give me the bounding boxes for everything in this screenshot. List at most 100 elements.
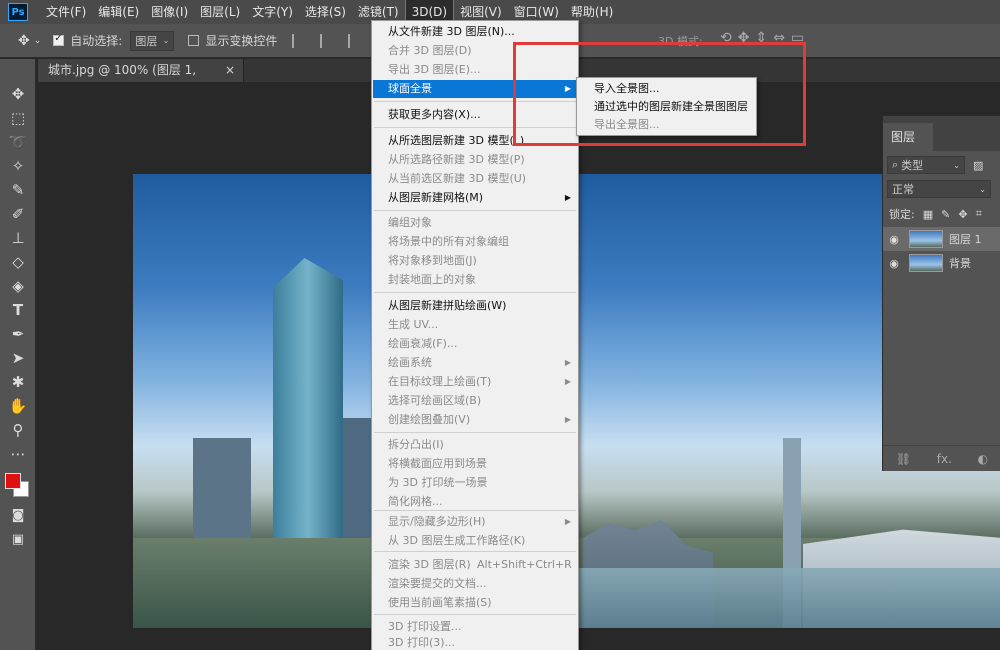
menu-item-render-3d-layer[interactable]: 渲染 3D 图层(R) Alt+Shift+Ctrl+R <box>373 556 577 574</box>
show-transform-checkbox[interactable] <box>188 35 200 46</box>
menu-item-paint-falloff[interactable]: 绘画衰减(F)... <box>373 335 577 353</box>
more-tools-icon[interactable]: ⋯ <box>6 443 30 465</box>
menu-item-paint-on-target-texture[interactable]: 在目标纹理上绘画(T) ▶ <box>373 373 577 391</box>
menu-item-label: 导出 3D 图层(E)... <box>388 63 481 76</box>
magic-wand-tool-icon[interactable]: ✧ <box>6 155 30 177</box>
document-tab[interactable]: 城市.jpg @ 100% (图层 1, RGB/8#) * × <box>38 59 244 100</box>
menu-item-sketch-with-brush[interactable]: 使用当前画笔素描(S) <box>373 594 577 612</box>
move-tool-icon[interactable]: ✥ <box>18 33 30 49</box>
layers-panel-tabbar: 图层 <box>883 116 1000 151</box>
3d-mode-icons[interactable]: ⟲✥⇕⇔▭ <box>720 30 810 46</box>
eraser-tool-icon[interactable]: ◇ <box>6 251 30 273</box>
brush-tool-icon[interactable]: ✐ <box>6 203 30 225</box>
menu-item-snap-object-to-ground[interactable]: 封装地面上的对象 <box>373 271 577 289</box>
menu-item-merge-3d-layers[interactable]: 合并 3D 图层(D) <box>373 42 577 60</box>
move-tool-icon[interactable]: ✥ <box>6 83 30 105</box>
menu-item-label: 拆分凸出(I) <box>388 438 444 451</box>
layer-filter-select[interactable]: ⌕ 类型 ⌄ <box>887 156 965 174</box>
submenu-item-import-panorama[interactable]: 导入全景图... <box>578 80 756 98</box>
lock-artboard-icon[interactable]: ⌗ <box>976 207 982 221</box>
menu-layer[interactable]: 图层(L) <box>194 0 246 24</box>
menu-file[interactable]: 文件(F) <box>40 0 92 24</box>
menu-item-new-3d-model-from-selection[interactable]: 从当前选区新建 3D 模型(U) <box>373 170 577 188</box>
menu-item-new-3d-model-from-path[interactable]: 从所选路径新建 3D 模型(P) <box>373 151 577 169</box>
menu-item-get-more-content[interactable]: 获取更多内容(X)... <box>373 106 577 124</box>
foreground-color-swatch[interactable] <box>5 473 21 489</box>
menu-item-spherical-panorama[interactable]: 球面全景 ▶ <box>373 80 577 98</box>
paint-bucket-tool-icon[interactable]: ◈ <box>6 275 30 297</box>
menu-item-label: 3D 打印(3)... <box>388 636 456 649</box>
chevron-down-icon[interactable]: ⌄ <box>34 36 42 46</box>
hand-tool-icon[interactable]: ✋ <box>6 395 30 417</box>
eye-icon[interactable]: ◉ <box>883 257 905 270</box>
add-mask-icon[interactable]: ◐ <box>978 452 988 466</box>
menu-item-new-3d-model-from-layer[interactable]: 从所选图层新建 3D 模型(L) <box>373 132 577 150</box>
path-selection-tool-icon[interactable]: ➤ <box>6 347 30 369</box>
pen-tool-icon[interactable]: ✒ <box>6 323 30 345</box>
menu-item-group-all-objects[interactable]: 将场景中的所有对象编组 <box>373 233 577 251</box>
image-filter-icon[interactable]: ▨ <box>973 159 983 172</box>
menu-item-3d-print[interactable]: 3D 打印(3)... <box>373 634 577 650</box>
custom-shape-tool-icon[interactable]: ✱ <box>6 371 30 393</box>
link-icon[interactable]: ⛓ <box>896 452 911 466</box>
submenu-item-new-panorama-layer[interactable]: 通过选中的图层新建全景图图层 <box>578 98 756 116</box>
menu-type[interactable]: 文字(Y) <box>246 0 299 24</box>
show-transform-label: 显示变换控件 <box>205 34 278 48</box>
align-middle-icon[interactable] <box>320 33 334 48</box>
menu-item-new-tiled-painting[interactable]: 从图层新建拼贴绘画(W) <box>373 297 577 315</box>
type-tool-icon[interactable]: T <box>6 299 30 321</box>
tab-layers[interactable]: 图层 <box>883 123 933 151</box>
menu-item-new-3d-layer-from-file[interactable]: 从文件新建 3D 图层(N)... <box>373 23 577 41</box>
menu-item-split-extrusion[interactable]: 拆分凸出(I) <box>373 436 577 454</box>
zoom-tool-icon[interactable]: ⚲ <box>6 419 30 441</box>
quick-mask-icon[interactable]: ◙ <box>6 505 30 527</box>
align-bottom-icon[interactable] <box>348 33 362 48</box>
submenu-item-export-panorama[interactable]: 导出全景图... <box>578 116 756 134</box>
menu-select[interactable]: 选择(S) <box>299 0 352 24</box>
menu-item-move-object-to-ground[interactable]: 将对象移到地面(J) <box>373 252 577 270</box>
layer-name: 图层 1 <box>949 233 982 246</box>
menu-edit[interactable]: 编辑(E) <box>92 0 145 24</box>
submenu-arrow-icon: ▶ <box>564 415 571 424</box>
close-icon[interactable]: × <box>225 59 235 82</box>
submenu-item-label: 导出全景图... <box>594 118 660 131</box>
menu-item-select-paintable-areas[interactable]: 选择可绘画区域(B) <box>373 392 577 410</box>
menu-item-apply-cross-section[interactable]: 将横截面应用到场景 <box>373 455 577 473</box>
menu-item-new-mesh-from-layer[interactable]: 从图层新建网格(M) ▶ <box>373 189 577 207</box>
layer-row-layer-1[interactable]: ◉ 图层 1 <box>883 227 1000 251</box>
menu-item-create-painting-overlay[interactable]: 创建绘图叠加(V) ▶ <box>373 411 577 429</box>
menu-item-make-work-path[interactable]: 从 3D 图层生成工作路径(K) <box>373 532 577 550</box>
lock-pixels-icon[interactable]: ▦ <box>923 208 933 221</box>
menu-item-label: 从所选路径新建 3D 模型(P) <box>388 153 525 166</box>
menu-item-label: 将场景中的所有对象编组 <box>388 235 509 248</box>
stamp-tool-icon[interactable]: ⊥ <box>6 227 30 249</box>
lock-position-icon[interactable]: ✥ <box>958 208 967 221</box>
menu-item-group-objects[interactable]: 编组对象 <box>373 214 577 232</box>
layer-row-background[interactable]: ◉ 背景 <box>883 251 1000 275</box>
marquee-tool-icon[interactable]: ⬚ <box>6 107 30 129</box>
menu-item-export-3d-layer[interactable]: 导出 3D 图层(E)... <box>373 61 577 79</box>
menu-item-label: 将横截面应用到场景 <box>388 457 487 470</box>
menu-item-unify-scene-for-3d-print[interactable]: 为 3D 打印统一场景 <box>373 474 577 492</box>
eyedropper-tool-icon[interactable]: ✎ <box>6 179 30 201</box>
screen-mode-icon[interactable]: ▣ <box>6 529 30 551</box>
lasso-tool-icon[interactable]: ➰ <box>6 131 30 153</box>
menu-item-simplify-mesh[interactable]: 简化网格... <box>373 493 577 511</box>
menu-item-generate-uv[interactable]: 生成 UV... <box>373 316 577 334</box>
spherical-panorama-submenu: 导入全景图... 通过选中的图层新建全景图图层 导出全景图... <box>576 77 757 136</box>
menu-item-paint-system[interactable]: 绘画系统 ▶ <box>373 354 577 372</box>
align-top-icon[interactable] <box>292 33 306 48</box>
auto-select-checkbox[interactable] <box>53 33 65 46</box>
menu-image[interactable]: 图像(I) <box>145 0 194 24</box>
eye-icon[interactable]: ◉ <box>883 233 905 246</box>
lock-paint-icon[interactable]: ✎ <box>941 208 950 221</box>
menu-item-label: 从文件新建 3D 图层(N)... <box>388 25 515 38</box>
auto-select-target-value: 图层 <box>135 34 158 48</box>
fx-icon[interactable]: fx. <box>937 452 952 466</box>
menu-item-label: 选择可绘画区域(B) <box>388 394 482 407</box>
layers-panel-footer: ⛓ fx. ◐ <box>883 445 1000 471</box>
blend-mode-select[interactable]: 正常 ⌄ <box>887 180 991 198</box>
auto-select-target-select[interactable]: 图层 ⌄ <box>130 30 175 51</box>
menu-item-show-hide-polygons[interactable]: 显示/隐藏多边形(H) ▶ <box>373 513 577 531</box>
menu-item-render-document[interactable]: 渲染要提交的文档... <box>373 575 577 593</box>
